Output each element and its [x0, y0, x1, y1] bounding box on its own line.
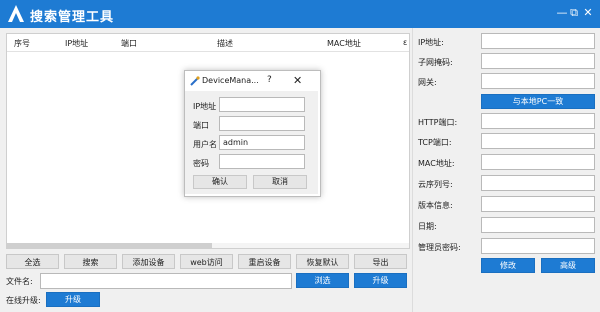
side-date-label: 日期:	[418, 222, 437, 231]
dialog-port-label: 端口	[193, 121, 209, 130]
dialog-ip-label: IP地址	[193, 102, 217, 111]
col-ip[interactable]: IP地址	[65, 38, 88, 49]
modify-button[interactable]: 修改	[481, 258, 535, 273]
horizontal-scrollbar[interactable]	[7, 243, 409, 248]
help-icon[interactable]: ?	[267, 75, 272, 85]
file-name-input[interactable]	[40, 273, 292, 289]
reboot-device-button[interactable]: 重启设备	[238, 254, 291, 269]
col-index[interactable]: 序号	[14, 38, 30, 49]
col-port[interactable]: 端口	[121, 38, 137, 49]
device-manager-icon	[190, 76, 200, 86]
side-ip-label: IP地址:	[418, 38, 444, 47]
side-admin-password-input[interactable]	[481, 238, 595, 254]
col-more[interactable]: ɛ	[403, 38, 407, 47]
online-upgrade-label: 在线升级:	[6, 296, 41, 305]
browse-button[interactable]: 浏选	[296, 273, 349, 288]
side-http-port-label: HTTP端口:	[418, 118, 458, 127]
dialog-port-input[interactable]	[219, 116, 305, 131]
side-version-label: 版本信息:	[418, 201, 453, 210]
side-subnet-input[interactable]	[481, 53, 595, 69]
side-gateway-label: 网关:	[418, 78, 437, 87]
side-mac-input[interactable]	[481, 154, 595, 170]
app-title: 搜索管理工具	[30, 10, 115, 25]
side-cloud-serial-label: 云序列号:	[418, 180, 453, 189]
dialog-username-input[interactable]: admin	[219, 135, 305, 150]
upgrade-file-button[interactable]: 升级	[354, 273, 407, 288]
dialog-close-icon[interactable]: ✕	[293, 74, 302, 87]
side-http-port-input[interactable]	[481, 113, 595, 129]
export-button[interactable]: 导出	[354, 254, 407, 269]
side-gateway-input[interactable]	[481, 73, 595, 89]
title-bar: 搜索管理工具 — ⧉ ✕	[0, 0, 600, 28]
dialog-ok-button[interactable]: 确认	[193, 175, 247, 189]
dialog-cancel-button[interactable]: 取消	[253, 175, 307, 189]
side-tcp-port-label: TCP端口:	[418, 138, 452, 147]
web-access-button[interactable]: web访问	[180, 254, 233, 269]
dialog-title: DeviceMana...	[202, 76, 259, 85]
file-name-label: 文件名:	[6, 277, 33, 286]
dialog-body: IP地址 端口 用户名 admin 密码 确认 取消	[185, 91, 318, 194]
advanced-button[interactable]: 高级	[541, 258, 595, 273]
app-logo-icon	[8, 5, 24, 22]
side-mac-label: MAC地址:	[418, 159, 455, 168]
close-button[interactable]: ✕	[580, 5, 596, 21]
select-all-button[interactable]: 全选	[6, 254, 59, 269]
same-as-pc-button[interactable]: 与本地PC一致	[481, 94, 595, 109]
col-mac[interactable]: MAC地址	[327, 38, 361, 49]
side-tcp-port-input[interactable]	[481, 133, 595, 149]
side-version-input[interactable]	[481, 196, 595, 212]
side-admin-password-label: 管理员密码:	[418, 243, 461, 252]
side-cloud-serial-input[interactable]	[481, 175, 595, 191]
col-desc[interactable]: 描述	[217, 38, 233, 49]
dialog-password-input[interactable]	[219, 154, 305, 169]
online-upgrade-button[interactable]: 升级	[46, 292, 100, 307]
add-device-button[interactable]: 添加设备	[122, 254, 175, 269]
restore-default-button[interactable]: 恢复默认	[296, 254, 349, 269]
table-header: 序号 IP地址 端口 描述 MAC地址 ɛ	[7, 34, 409, 52]
dialog-password-label: 密码	[193, 159, 209, 168]
scrollbar-thumb[interactable]	[7, 243, 212, 248]
side-subnet-label: 子网掩码:	[418, 58, 453, 67]
login-dialog[interactable]: DeviceMana... ? ✕ IP地址 端口 用户名 admin 密码 确…	[184, 70, 321, 197]
side-ip-input[interactable]	[481, 33, 595, 49]
dialog-ip-input[interactable]	[219, 97, 305, 112]
dialog-username-label: 用户名	[193, 140, 217, 149]
side-date-input[interactable]	[481, 217, 595, 233]
search-button[interactable]: 搜索	[64, 254, 117, 269]
